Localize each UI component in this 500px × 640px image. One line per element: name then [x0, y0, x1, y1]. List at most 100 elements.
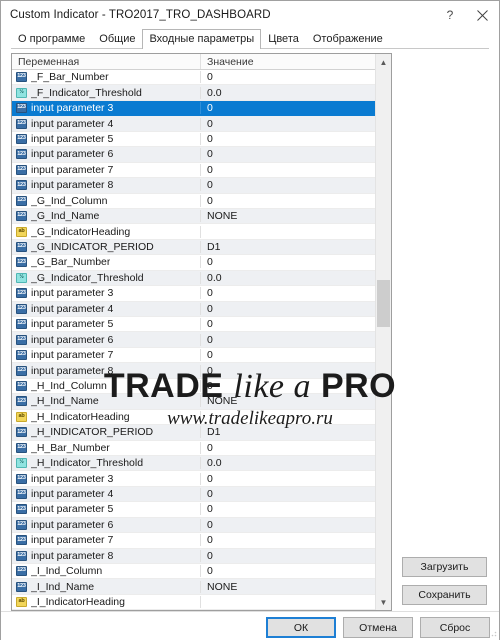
table-row[interactable]: ½ _F_Indicator_Threshold 0.0: [12, 85, 375, 101]
parameter-name-cell[interactable]: 123 input parameter 8: [12, 179, 201, 192]
parameter-name-cell[interactable]: 123 input parameter 7: [12, 534, 201, 547]
scrollbar-thumb[interactable]: [377, 279, 390, 327]
parameter-value-cell[interactable]: 0: [201, 334, 375, 346]
table-row[interactable]: 123 input parameter 8 0: [12, 363, 375, 379]
load-button[interactable]: Загрузить: [402, 557, 487, 578]
parameter-name-cell[interactable]: 123 input parameter 6: [12, 518, 201, 531]
parameter-name-cell[interactable]: 123 input parameter 4: [12, 117, 201, 130]
parameter-value-cell[interactable]: 0: [201, 519, 375, 531]
parameter-value-cell[interactable]: 0: [201, 442, 375, 454]
parameter-name-cell[interactable]: 123 input parameter 6: [12, 333, 201, 346]
parameter-value-cell[interactable]: 0: [201, 349, 375, 361]
parameter-name-cell[interactable]: ½ _F_Indicator_Threshold: [12, 86, 201, 99]
parameter-value-cell[interactable]: NONE: [201, 210, 375, 222]
tab-about[interactable]: О программе: [11, 29, 92, 49]
parameter-name-cell[interactable]: 123 input parameter 5: [12, 318, 201, 331]
parameter-value-cell[interactable]: 0: [201, 164, 375, 176]
parameter-value-cell[interactable]: 0: [201, 179, 375, 191]
parameter-name-cell[interactable]: 123 input parameter 6: [12, 148, 201, 161]
table-row[interactable]: 123 input parameter 4 0: [12, 301, 375, 317]
tab-visualization[interactable]: Отображение: [306, 29, 390, 49]
table-row[interactable]: 123 _F_Bar_Number 0: [12, 70, 375, 86]
scrollbar-track[interactable]: [376, 70, 391, 594]
parameter-name-cell[interactable]: 123 input parameter 4: [12, 488, 201, 501]
parameter-name-cell[interactable]: ab _G_IndicatorHeading: [12, 225, 201, 238]
parameter-name-cell[interactable]: 123 input parameter 3: [12, 287, 201, 300]
parameter-value-cell[interactable]: 0.0: [201, 87, 375, 99]
parameter-name-cell[interactable]: 123 input parameter 4: [12, 302, 201, 315]
table-row[interactable]: 123 _H_Ind_Column 0: [12, 378, 375, 395]
cancel-button[interactable]: Отмена: [343, 617, 413, 639]
parameter-name-cell[interactable]: 123 input parameter 7: [12, 349, 201, 362]
table-row[interactable]: 123 input parameter 3 0: [12, 100, 375, 117]
table-row[interactable]: ½ _G_Indicator_Threshold 0.0: [12, 270, 375, 287]
table-row[interactable]: 123 _G_INDICATOR_PERIOD D1: [12, 239, 375, 256]
parameter-name-cell[interactable]: 123 input parameter 5: [12, 503, 201, 516]
table-row[interactable]: 123 input parameter 3 0: [12, 471, 375, 487]
parameter-name-cell[interactable]: 123 _F_Bar_Number: [12, 71, 201, 84]
tab-input-parameters[interactable]: Входные параметры: [142, 29, 262, 49]
parameter-value-cell[interactable]: 0: [201, 133, 375, 145]
table-row[interactable]: 123 _G_Ind_Column 0: [12, 193, 375, 209]
table-row[interactable]: 123 input parameter 4 0: [12, 486, 375, 503]
parameter-value-cell[interactable]: 0: [201, 148, 375, 160]
parameter-value-cell[interactable]: 0.0: [201, 272, 375, 284]
table-row[interactable]: 123 _H_INDICATOR_PERIOD D1: [12, 425, 375, 441]
parameter-value-cell[interactable]: 0: [201, 473, 375, 485]
parameter-value-cell[interactable]: 0: [201, 565, 375, 577]
table-row[interactable]: 123 input parameter 6 0: [12, 332, 375, 348]
parameter-value-cell[interactable]: 0: [201, 380, 375, 392]
parameter-name-cell[interactable]: 123 input parameter 3: [12, 102, 201, 115]
parameter-value-cell[interactable]: 0.0: [201, 457, 375, 469]
table-row[interactable]: 123 input parameter 5 0: [12, 502, 375, 518]
table-row[interactable]: 123 input parameter 3 0: [12, 286, 375, 302]
parameter-name-cell[interactable]: 123 input parameter 8: [12, 364, 201, 377]
parameter-value-cell[interactable]: 0: [201, 303, 375, 315]
table-row[interactable]: 123 input parameter 7 0: [12, 533, 375, 549]
parameter-value-cell[interactable]: D1: [201, 426, 375, 438]
table-row[interactable]: 123 _H_Ind_Name NONE: [12, 394, 375, 410]
help-icon[interactable]: ?: [435, 2, 465, 29]
table-row[interactable]: 123 input parameter 7 0: [12, 347, 375, 364]
parameter-name-cell[interactable]: 123 input parameter 3: [12, 472, 201, 485]
tab-colors[interactable]: Цвета: [261, 29, 306, 49]
parameter-value-cell[interactable]: 0: [201, 534, 375, 546]
table-row[interactable]: 123 input parameter 6 0: [12, 517, 375, 534]
table-row[interactable]: 123 _G_Bar_Number 0: [12, 255, 375, 271]
parameter-value-cell[interactable]: 0: [201, 256, 375, 268]
table-row[interactable]: ½ _H_Indicator_Threshold 0.0: [12, 455, 375, 472]
parameter-value-cell[interactable]: NONE: [201, 581, 375, 593]
column-header-variable[interactable]: Переменная: [12, 54, 201, 69]
parameter-value-cell[interactable]: 0: [201, 287, 375, 299]
table-row[interactable]: 123 _H_Bar_Number 0: [12, 440, 375, 456]
parameter-name-cell[interactable]: 123 _H_INDICATOR_PERIOD: [12, 426, 201, 439]
table-row[interactable]: 123 input parameter 5 0: [12, 131, 375, 148]
parameter-name-cell[interactable]: 123 input parameter 8: [12, 549, 201, 562]
close-icon[interactable]: [465, 2, 499, 29]
parameter-value-cell[interactable]: 0: [201, 488, 375, 500]
parameter-value-cell[interactable]: D1: [201, 241, 375, 253]
parameter-name-cell[interactable]: ½ _G_Indicator_Threshold: [12, 271, 201, 284]
parameter-value-cell[interactable]: 0: [201, 71, 375, 83]
table-row[interactable]: 123 input parameter 7 0: [12, 162, 375, 179]
table-row[interactable]: 123 input parameter 8 0: [12, 178, 375, 194]
parameter-name-cell[interactable]: 123 _G_Bar_Number: [12, 256, 201, 269]
parameter-value-cell[interactable]: 0: [201, 118, 375, 130]
table-row[interactable]: 123 _G_Ind_Name NONE: [12, 208, 375, 225]
table-row[interactable]: 123 input parameter 4 0: [12, 116, 375, 132]
table-row[interactable]: ab _I_IndicatorHeading: [12, 594, 375, 611]
save-button[interactable]: Сохранить: [402, 585, 487, 606]
table-row[interactable]: ab _G_IndicatorHeading: [12, 224, 375, 240]
parameter-value-cell[interactable]: 0: [201, 195, 375, 207]
parameter-name-cell[interactable]: 123 _G_Ind_Name: [12, 210, 201, 223]
parameter-name-cell[interactable]: 123 _H_Bar_Number: [12, 441, 201, 454]
parameter-value-cell[interactable]: 0: [201, 102, 375, 114]
parameter-name-cell[interactable]: ½ _H_Indicator_Threshold: [12, 457, 201, 470]
parameter-value-cell[interactable]: 0: [201, 318, 375, 330]
parameter-name-cell[interactable]: 123 _G_INDICATOR_PERIOD: [12, 241, 201, 254]
parameter-name-cell[interactable]: 123 _I_Ind_Column: [12, 565, 201, 578]
column-header-value[interactable]: Значение: [201, 54, 375, 69]
table-row[interactable]: 123 _I_Ind_Name NONE: [12, 579, 375, 595]
table-row[interactable]: 123 input parameter 5 0: [12, 317, 375, 333]
parameter-name-cell[interactable]: ab _I_IndicatorHeading: [12, 596, 201, 609]
